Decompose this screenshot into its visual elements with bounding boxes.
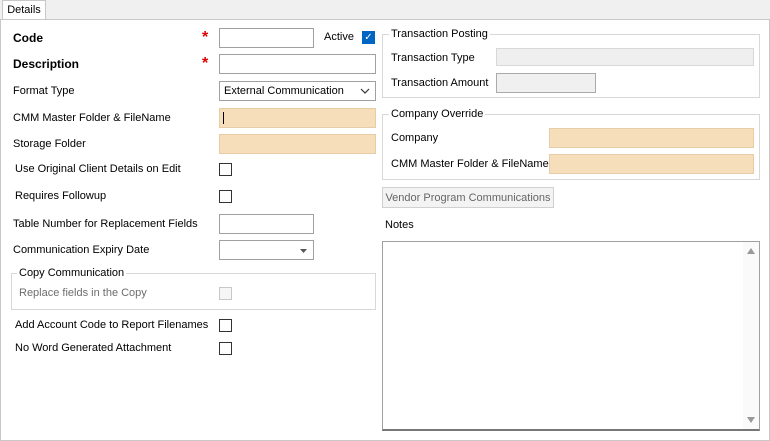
transaction-amount-label: Transaction Amount: [391, 77, 489, 89]
notes-label: Notes: [385, 219, 414, 231]
description-label: Description: [13, 57, 80, 71]
company-override-title: Company Override: [389, 108, 486, 120]
transaction-type-field[interactable]: [496, 48, 754, 66]
code-field[interactable]: [219, 28, 314, 48]
dropdown-arrow-icon: [300, 249, 307, 253]
company-label: Company: [391, 132, 439, 144]
active-label: Active: [324, 31, 354, 43]
transaction-type-label: Transaction Type: [391, 52, 475, 64]
table-number-label: Table Number for Replacement Fields: [13, 218, 198, 230]
expiry-date-picker[interactable]: [219, 240, 314, 260]
check-icon: ✓: [364, 32, 373, 43]
scroll-down-icon[interactable]: [747, 417, 755, 423]
no-word-label: No Word Generated Attachment: [15, 342, 172, 354]
requires-followup-checkbox[interactable]: [219, 190, 232, 203]
cmm-master-field[interactable]: [219, 108, 376, 128]
tab-details[interactable]: Details: [2, 0, 46, 20]
cmm-master-label: CMM Master Folder & FileName: [13, 112, 171, 124]
details-panel: Code * Active ✓ Description * Format Typ…: [0, 19, 770, 441]
active-checkbox[interactable]: ✓: [362, 31, 375, 44]
code-required-marker: *: [202, 29, 209, 46]
chevron-down-icon: [360, 88, 370, 94]
description-required-marker: *: [202, 55, 209, 72]
add-account-checkbox[interactable]: [219, 319, 232, 332]
expiry-date-label: Communication Expiry Date: [13, 244, 150, 256]
replace-fields-checkbox[interactable]: [219, 287, 232, 300]
transaction-amount-field[interactable]: [496, 73, 596, 93]
company-field[interactable]: [549, 128, 754, 148]
replace-fields-label: Replace fields in the Copy: [19, 287, 147, 299]
use-original-label: Use Original Client Details on Edit: [15, 163, 181, 175]
notes-textarea[interactable]: [382, 241, 760, 431]
tab-strip: Details: [0, 0, 770, 20]
code-label: Code: [13, 31, 43, 45]
add-account-label: Add Account Code to Report Filenames: [15, 319, 209, 331]
format-type-select[interactable]: External Communication: [219, 81, 376, 101]
requires-followup-label: Requires Followup: [15, 190, 107, 202]
cmm-override-field[interactable]: [549, 154, 754, 174]
scroll-up-icon[interactable]: [747, 248, 755, 254]
format-type-value: External Communication: [224, 85, 344, 97]
notes-scrollbar[interactable]: [743, 242, 759, 429]
transaction-posting-title: Transaction Posting: [389, 28, 490, 40]
storage-folder-field[interactable]: [219, 134, 376, 154]
table-number-field[interactable]: [219, 214, 314, 234]
use-original-checkbox[interactable]: [219, 163, 232, 176]
description-field[interactable]: [219, 54, 376, 74]
vendor-program-communications-button[interactable]: Vendor Program Communications: [382, 187, 554, 208]
storage-folder-label: Storage Folder: [13, 138, 86, 150]
copy-communication-title: Copy Communication: [17, 267, 127, 279]
no-word-checkbox[interactable]: [219, 342, 232, 355]
text-cursor: [223, 112, 224, 124]
cmm-override-label: CMM Master Folder & FileName: [391, 158, 549, 170]
format-type-label: Format Type: [13, 85, 75, 97]
